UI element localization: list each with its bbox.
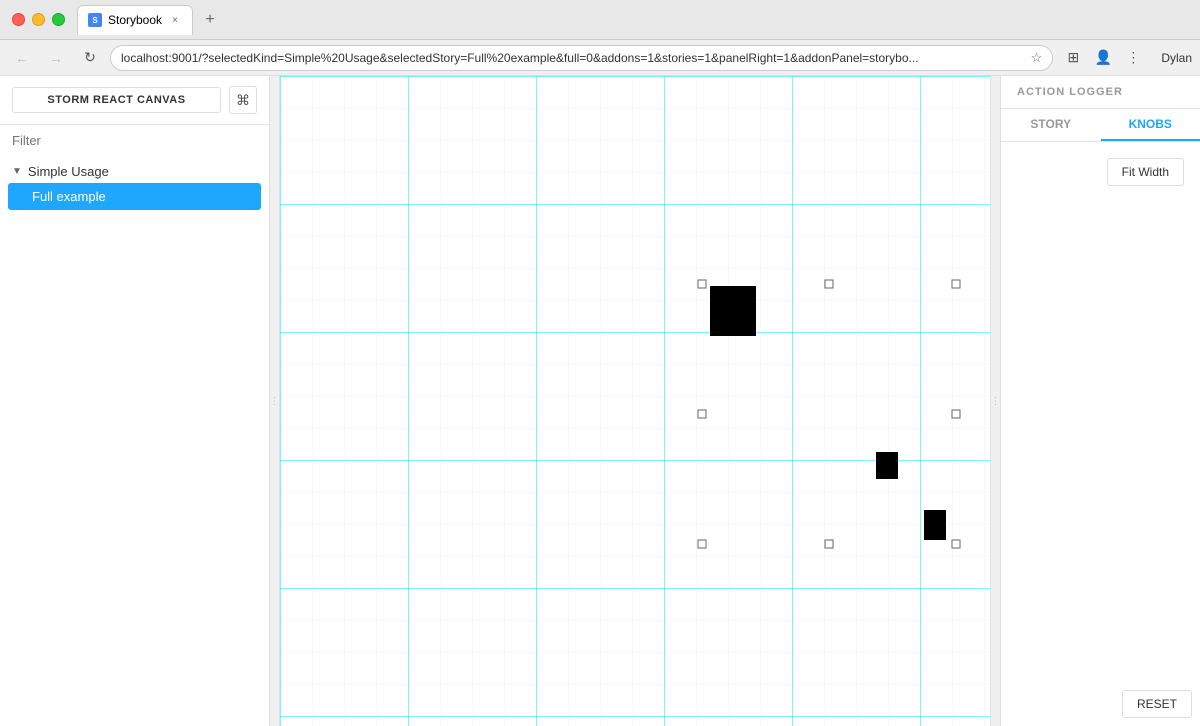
canvas-svg	[280, 76, 990, 726]
reset-button[interactable]: RESET	[1122, 690, 1192, 718]
tab-bar: S Storybook × +	[77, 5, 223, 35]
selection-handle-ml[interactable]	[698, 410, 706, 418]
app-layout: STORM REACT CANVAS ⌘ ▼ Simple Usage Full…	[0, 76, 1200, 726]
filter-input[interactable]	[12, 133, 257, 148]
user-name: Dylan	[1161, 51, 1192, 65]
right-nav-icons: ⊞ 👤 ⋮	[1059, 44, 1147, 72]
drag-handle-right[interactable]: ⋮	[990, 76, 1000, 726]
keyboard-shortcut: ⌘	[229, 86, 257, 114]
tab-story[interactable]: STORY	[1001, 109, 1101, 141]
reload-button[interactable]: ↻	[76, 44, 104, 72]
tab-favicon: S	[88, 13, 102, 27]
url-icons: ☆	[1031, 50, 1043, 66]
tab-close-button[interactable]: ×	[168, 13, 182, 27]
selection-handle-mr[interactable]	[952, 410, 960, 418]
right-panel-tabs: STORY KNOBS	[1001, 109, 1200, 142]
selection-handle-tl[interactable]	[698, 280, 706, 288]
selection-handle-bm[interactable]	[825, 540, 833, 548]
menu-button[interactable]: ⋮	[1119, 44, 1147, 72]
sidebar-header: STORM REACT CANVAS ⌘	[0, 76, 269, 125]
traffic-lights	[12, 13, 65, 26]
browser-tab[interactable]: S Storybook ×	[77, 5, 193, 35]
tab-knobs[interactable]: KNOBS	[1101, 109, 1200, 141]
minimize-button[interactable]	[32, 13, 45, 26]
url-bar[interactable]: localhost:9001/?selectedKind=Simple%20Us…	[110, 45, 1053, 71]
canvas-node-3[interactable]	[924, 510, 946, 540]
addressbar: ← → ↻ localhost:9001/?selectedKind=Simpl…	[0, 40, 1200, 76]
tab-title: Storybook	[108, 13, 162, 27]
right-panel-header: ACTION LOGGER	[1001, 76, 1200, 109]
grid-canvas[interactable]	[280, 76, 990, 726]
nav-item-full-example[interactable]: Full example	[8, 183, 261, 210]
selection-handle-bl[interactable]	[698, 540, 706, 548]
fit-width-button[interactable]: Fit Width	[1107, 158, 1184, 186]
bookmark-icon[interactable]: ☆	[1031, 50, 1043, 66]
back-button[interactable]: ←	[8, 44, 36, 72]
titlebar: S Storybook × +	[0, 0, 1200, 40]
profile-button[interactable]: 👤	[1089, 44, 1117, 72]
extensions-button[interactable]: ⊞	[1059, 44, 1087, 72]
right-panel-content: Fit Width	[1001, 142, 1200, 690]
nav-group-label: Simple Usage	[28, 164, 109, 179]
maximize-button[interactable]	[52, 13, 65, 26]
selection-handle-br[interactable]	[952, 540, 960, 548]
drag-handle-left[interactable]: ⋮	[270, 76, 280, 726]
selection-handle-tm[interactable]	[825, 280, 833, 288]
right-panel: ACTION LOGGER STORY KNOBS Fit Width RESE…	[1000, 76, 1200, 726]
nav-section: ▼ Simple Usage Full example	[0, 156, 269, 214]
chevron-down-icon: ▼	[12, 166, 22, 177]
canvas-wrapper[interactable]	[280, 76, 990, 726]
forward-button[interactable]: →	[42, 44, 70, 72]
sidebar: STORM REACT CANVAS ⌘ ▼ Simple Usage Full…	[0, 76, 270, 726]
canvas-node-1[interactable]	[710, 286, 756, 336]
canvas-node-2[interactable]	[876, 452, 898, 479]
sidebar-title-button[interactable]: STORM REACT CANVAS	[12, 87, 221, 113]
canvas-area: ⋮	[270, 76, 1000, 726]
new-tab-button[interactable]: +	[197, 7, 223, 33]
url-text: localhost:9001/?selectedKind=Simple%20Us…	[121, 51, 1027, 65]
nav-group-simple-usage[interactable]: ▼ Simple Usage	[0, 160, 269, 183]
close-button[interactable]	[12, 13, 25, 26]
selection-handle-tr[interactable]	[952, 280, 960, 288]
